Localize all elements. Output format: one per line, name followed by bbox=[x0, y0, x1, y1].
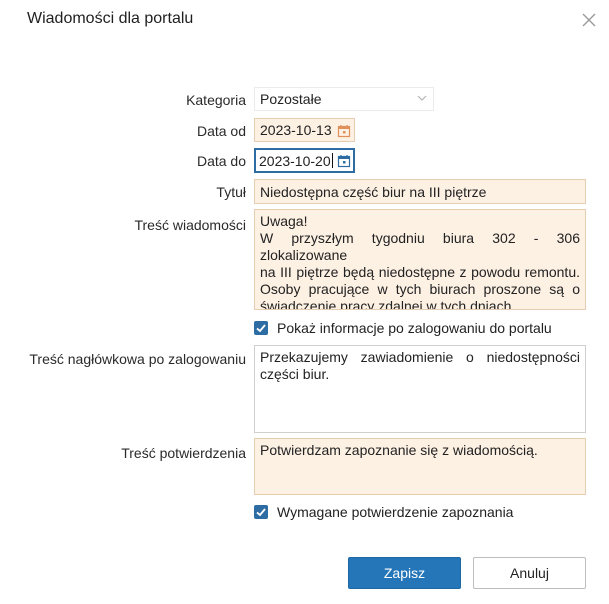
data-od-value: 2023-10-13 bbox=[260, 122, 332, 138]
pokaz-informacje-checkbox[interactable] bbox=[254, 321, 268, 335]
message-line: świadczenie pracy zdalnej w tych dniach. bbox=[260, 298, 516, 310]
calendar-icon[interactable] bbox=[337, 154, 351, 168]
tresc-potwierdzenia-label: Treść potwierdzenia bbox=[121, 445, 246, 461]
close-icon[interactable] bbox=[579, 10, 599, 30]
header-line: części biur. bbox=[260, 366, 330, 382]
save-button[interactable]: Zapisz bbox=[348, 557, 461, 589]
header-line: Przekazujemy zawiadomienie o niedostępno… bbox=[260, 349, 580, 365]
calendar-icon[interactable] bbox=[337, 124, 351, 138]
text-caret bbox=[331, 153, 333, 168]
message-line: W przyszłym tygodniu biura 302 - 306 zlo… bbox=[260, 230, 580, 263]
message-line: Uwaga! bbox=[260, 213, 308, 229]
kategoria-value: Pozostałe bbox=[260, 91, 322, 107]
message-line: na III piętrze będą niedostępne z powodu… bbox=[260, 264, 580, 280]
message-line: Osoby pracujące w tych biurach proszone … bbox=[260, 281, 580, 297]
dialog-title: Wiadomości dla portalu bbox=[27, 10, 194, 27]
data-do-label: Data do bbox=[196, 153, 246, 169]
data-od-field[interactable]: 2023-10-13 bbox=[254, 118, 355, 142]
tresc-wiadomosci-textarea[interactable]: Uwaga! W przyszłym tygodniu biura 302 - … bbox=[254, 209, 586, 310]
chevron-down-icon bbox=[417, 95, 427, 101]
wymagane-potwierdzenie-checkbox[interactable] bbox=[254, 505, 268, 519]
tresc-naglowkowa-textarea[interactable]: Przekazujemy zawiadomienie o niedostępno… bbox=[254, 345, 586, 433]
tresc-potwierdzenia-textarea[interactable]: Potwierdzam zapoznanie się z wiadomością… bbox=[254, 438, 586, 495]
tytul-value: Niedostępna część biur na III piętrze bbox=[260, 183, 487, 200]
wymagane-potwierdzenie-label[interactable]: Wymagane potwierdzenie zapoznania bbox=[277, 504, 513, 520]
pokaz-informacje-label[interactable]: Pokaż informacje po zalogowaniu do porta… bbox=[277, 320, 552, 336]
tytul-label: Tytuł bbox=[216, 184, 246, 200]
data-od-label: Data od bbox=[196, 123, 246, 139]
kategoria-select[interactable]: Pozostałe bbox=[254, 87, 434, 111]
cancel-button[interactable]: Anuluj bbox=[473, 557, 586, 589]
data-do-field[interactable]: 2023-10-20 bbox=[254, 148, 355, 173]
tresc-naglowkowa-label: Treść nagłówkowa po zalogowaniu bbox=[29, 351, 246, 367]
tresc-wiadomosci-label: Treść wiadomości bbox=[134, 217, 246, 233]
confirmation-text: Potwierdzam zapoznanie się z wiadomością… bbox=[260, 442, 538, 458]
tytul-input[interactable]: Niedostępna część biur na III piętrze bbox=[254, 179, 586, 204]
check-icon bbox=[256, 508, 266, 517]
check-icon bbox=[256, 324, 266, 333]
data-do-value: 2023-10-20 bbox=[259, 152, 331, 169]
kategoria-label: Kategoria bbox=[186, 92, 246, 108]
